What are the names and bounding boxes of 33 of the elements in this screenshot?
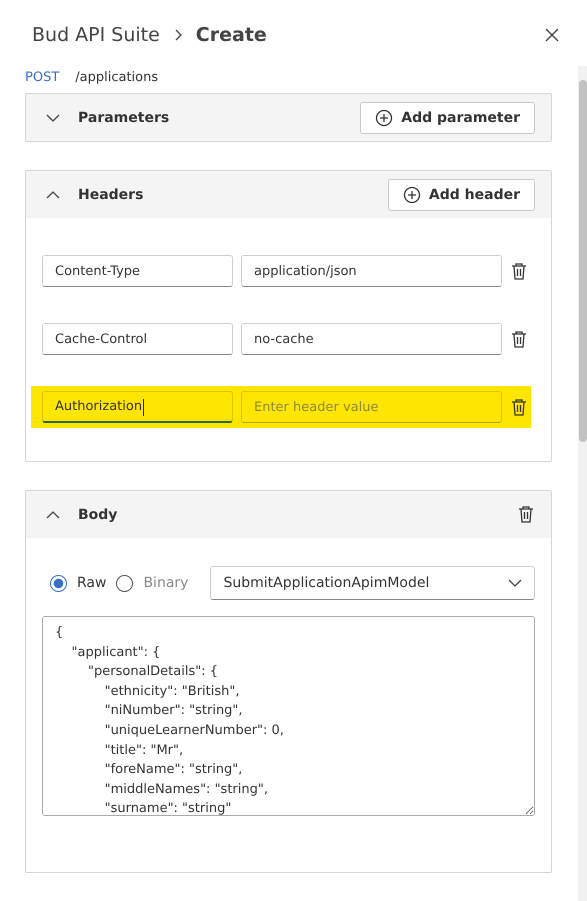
- header-value-field[interactable]: no-cache: [241, 323, 502, 355]
- chevron-right-icon: [174, 28, 182, 41]
- radio-button[interactable]: [116, 574, 134, 592]
- section-title: Headers: [78, 186, 144, 202]
- close-icon[interactable]: [545, 28, 559, 42]
- trash-icon[interactable]: [517, 505, 535, 524]
- add-button[interactable]: Add parameter: [360, 102, 535, 134]
- chevron-up-icon[interactable]: [46, 190, 60, 198]
- header-name-field[interactable]: Content-Type: [42, 255, 233, 287]
- trash-icon[interactable]: [510, 262, 528, 280]
- breadcrumb-link[interactable]: Bud API Suite: [32, 24, 160, 46]
- header-value-field[interactable]: application/json: [241, 255, 502, 287]
- model-dropdown[interactable]: SubmitApplicationApimModel: [210, 566, 535, 600]
- trash-icon[interactable]: [510, 398, 528, 416]
- page-title: Create: [196, 24, 267, 46]
- body-editor[interactable]: { "applicant": { "personalDetails": { "ethnicity": "British", "niNumber": "string", "uniqueLearnerNumber": 0, "title": "Mr", "foreName": "string", "middleNames": "string", "surname": "string": [42, 616, 535, 816]
- endpoint-path: /applications: [75, 70, 158, 86]
- radio-label: Raw: [77, 575, 106, 591]
- chevron-down-icon: [508, 579, 522, 587]
- header-name-field[interactable]: Authorization: [42, 391, 233, 423]
- header-name-field[interactable]: Cache-Control: [42, 323, 233, 355]
- add-button[interactable]: Add header: [388, 178, 535, 210]
- http-method: POST: [25, 70, 60, 86]
- header-value-field[interactable]: Enter header value: [241, 391, 502, 423]
- plus-circle-icon: [402, 186, 421, 204]
- radio-label: Binary: [143, 575, 188, 591]
- section-title: Body: [78, 506, 118, 522]
- trash-icon[interactable]: [510, 330, 528, 348]
- chevron-down-icon[interactable]: [46, 114, 60, 122]
- section-title: Parameters: [78, 110, 170, 126]
- plus-circle-icon: [375, 108, 394, 126]
- radio-button[interactable]: [50, 574, 67, 592]
- chevron-up-icon[interactable]: [46, 510, 60, 518]
